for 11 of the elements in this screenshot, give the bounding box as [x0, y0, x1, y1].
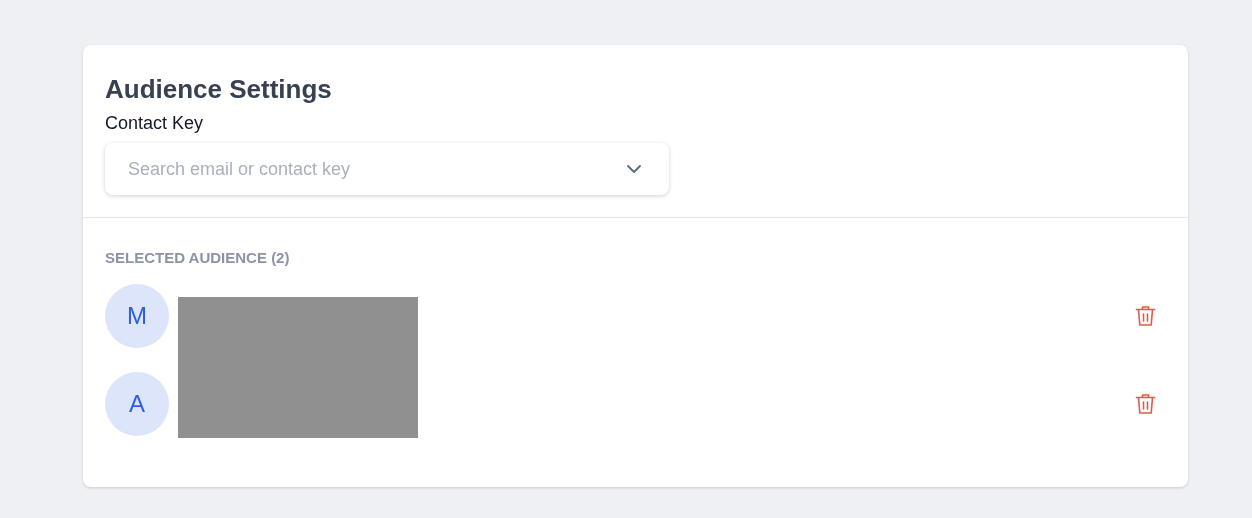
avatar: A [105, 372, 169, 436]
avatar: M [105, 284, 169, 348]
delete-button[interactable] [1135, 305, 1156, 327]
trash-icon [1135, 393, 1156, 415]
card-title: Audience Settings [105, 73, 332, 105]
section-heading: SELECTED AUDIENCE (2) [105, 248, 291, 268]
search-dropdown[interactable]: Search email or contact key [105, 143, 669, 195]
delete-button[interactable] [1135, 393, 1156, 415]
field-label: Contact Key [105, 112, 204, 135]
trash-icon [1135, 305, 1156, 327]
chevron-down-icon [627, 165, 641, 174]
